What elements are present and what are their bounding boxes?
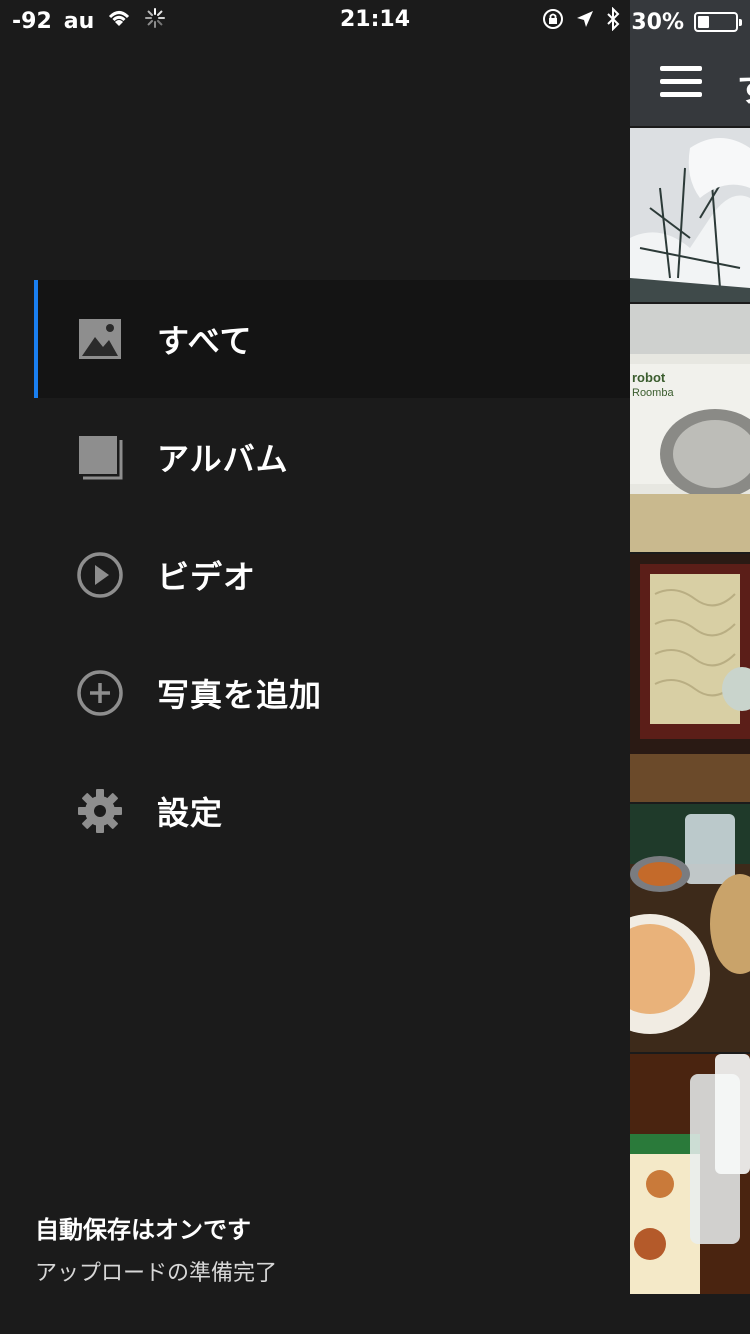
navigation-drawer: すべて アルバム ビデオ 写真を追加 設定 自動保存はオンです アップロードの準… (0, 0, 630, 1334)
wifi-icon (106, 8, 132, 34)
drawer-menu: すべて アルバム ビデオ 写真を追加 設定 (34, 280, 630, 870)
menu-item-all[interactable]: すべて (34, 280, 630, 398)
snowy-tree-photo[interactable] (630, 128, 750, 302)
main-view-peek[interactable]: す robot Roomba (630, 0, 750, 1334)
menu-label-all: すべて (157, 322, 253, 360)
auto-save-status: 自動保存はオンです アップロードの準備完了 (35, 1210, 277, 1287)
menu-label-videos: ビデオ (157, 558, 257, 596)
status-bar: -92 au 21:14 30% (0, 0, 750, 40)
battery-fill (698, 16, 709, 28)
menu-item-videos[interactable]: ビデオ (34, 516, 630, 634)
rotation-lock-icon (541, 7, 565, 37)
menu-item-add-photos[interactable]: 写真を追加 (34, 634, 630, 752)
menu-and-drinks-photo[interactable] (630, 1054, 750, 1294)
gear-icon (76, 787, 124, 835)
bluetooth-icon (605, 6, 621, 37)
menu-label-albums: アルバム (157, 440, 289, 478)
add-circle-icon (76, 669, 124, 717)
hamburger-menu-icon[interactable] (660, 66, 702, 98)
battery-percent: 30% (631, 9, 684, 35)
status-time: 21:14 (339, 7, 411, 32)
restaurant-table-photo[interactable] (630, 804, 750, 1052)
menu-item-settings[interactable]: 設定 (34, 752, 630, 870)
auto-save-title: 自動保存はオンです (35, 1216, 251, 1244)
main-title: す (737, 62, 750, 111)
menu-item-albums[interactable]: アルバム (34, 398, 630, 516)
play-circle-icon (76, 551, 124, 599)
album-stack-icon (76, 433, 124, 481)
auto-save-subtitle: アップロードの準備完了 (35, 1261, 278, 1286)
soba-noodles-photo[interactable] (630, 554, 750, 802)
menu-label-settings: 設定 (157, 794, 224, 832)
image-icon (76, 315, 124, 363)
signal-strength: -92 (12, 8, 52, 34)
svg-text:robot: robot (632, 370, 666, 385)
menu-label-add-photos: 写真を追加 (157, 676, 323, 714)
loading-spinner-icon (144, 7, 166, 35)
battery-icon (694, 12, 742, 32)
carrier-name: au (63, 8, 95, 34)
location-arrow-icon (575, 9, 595, 35)
robot-vacuum-box-photo[interactable]: robot Roomba (630, 304, 750, 552)
svg-text:Roomba: Roomba (632, 387, 674, 399)
